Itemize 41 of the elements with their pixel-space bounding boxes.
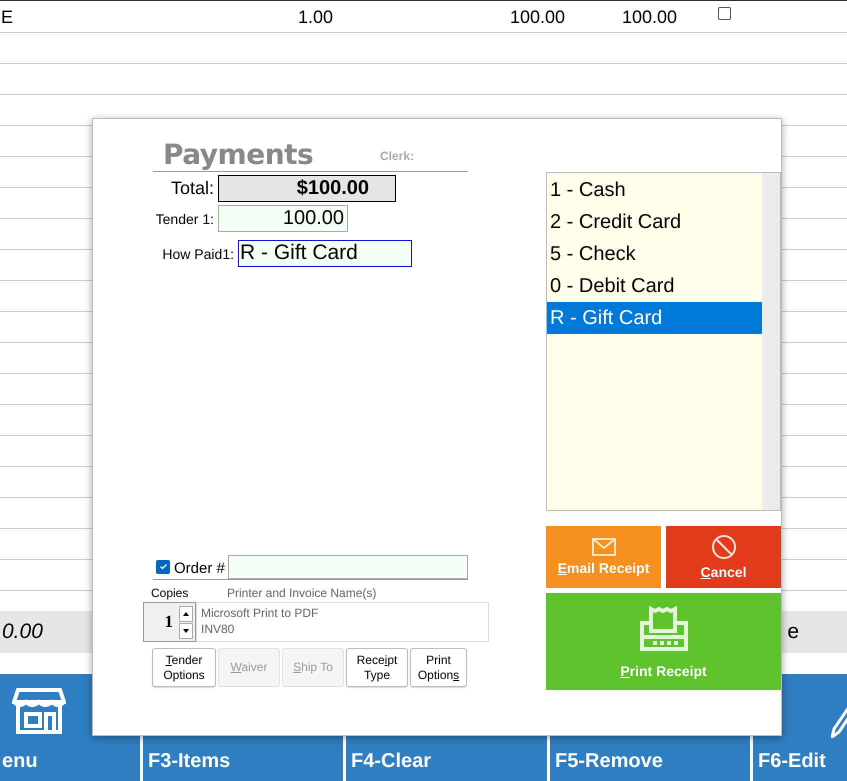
printer-label: Printer and Invoice Name(s)	[227, 586, 376, 602]
payment-method-item[interactable]: R - Gift Card	[547, 302, 762, 334]
dialog-title: Payments	[163, 138, 314, 171]
order-checkbox[interactable]	[156, 560, 170, 574]
copies-label: Copies	[150, 586, 190, 602]
receipt-printer-icon	[638, 604, 688, 650]
check-icon	[158, 562, 168, 571]
prohibited-icon	[710, 534, 736, 560]
total-value: 0.00	[2, 620, 43, 644]
how-paid-field[interactable]: R - Gift Card	[238, 240, 412, 267]
order-label: Order #	[174, 560, 225, 577]
payment-method-item[interactable]: 0 - Debit Card	[547, 270, 762, 302]
cancel-button[interactable]: Cancel	[666, 526, 781, 588]
envelope-icon	[592, 538, 616, 556]
total-label: Total:	[170, 178, 215, 199]
scrollbar[interactable]	[762, 173, 780, 510]
printer-item[interactable]: Microsoft Print to PDF	[201, 605, 318, 621]
checkbox[interactable]	[718, 7, 731, 20]
table-cell: 1.00	[298, 7, 334, 28]
copies-field[interactable]: 1	[143, 602, 196, 642]
order-field[interactable]	[228, 554, 468, 578]
printer-item[interactable]: INV80	[201, 621, 234, 637]
option-button[interactable]: Print Options	[410, 648, 467, 687]
how-paid-label: How Paid1:	[161, 246, 235, 262]
payment-method-item[interactable]: 5 - Check	[547, 238, 762, 270]
spin-down-icon[interactable]	[179, 622, 193, 638]
option-button[interactable]: Tender Options	[152, 648, 216, 687]
payment-method-item[interactable]: 2 - Credit Card	[547, 206, 762, 238]
table-cell: 100.00	[510, 7, 566, 28]
tender-field[interactable]: 100.00	[218, 205, 348, 232]
total-field: $100.00	[218, 175, 396, 202]
table-cell: E	[1, 7, 14, 28]
total-label: e	[787, 620, 799, 644]
clerk-label: Clerk:	[380, 149, 414, 163]
spin-up-icon[interactable]	[179, 606, 193, 622]
tender-label: Tender 1:	[154, 210, 215, 226]
table-cell: 100.00	[622, 7, 678, 28]
printer-list[interactable]: Microsoft Print to PDF INV80	[196, 602, 489, 642]
store-icon	[12, 686, 66, 734]
payment-method-item[interactable]: 1 - Cash	[547, 174, 762, 206]
option-button[interactable]: Receipt Type	[346, 648, 408, 687]
